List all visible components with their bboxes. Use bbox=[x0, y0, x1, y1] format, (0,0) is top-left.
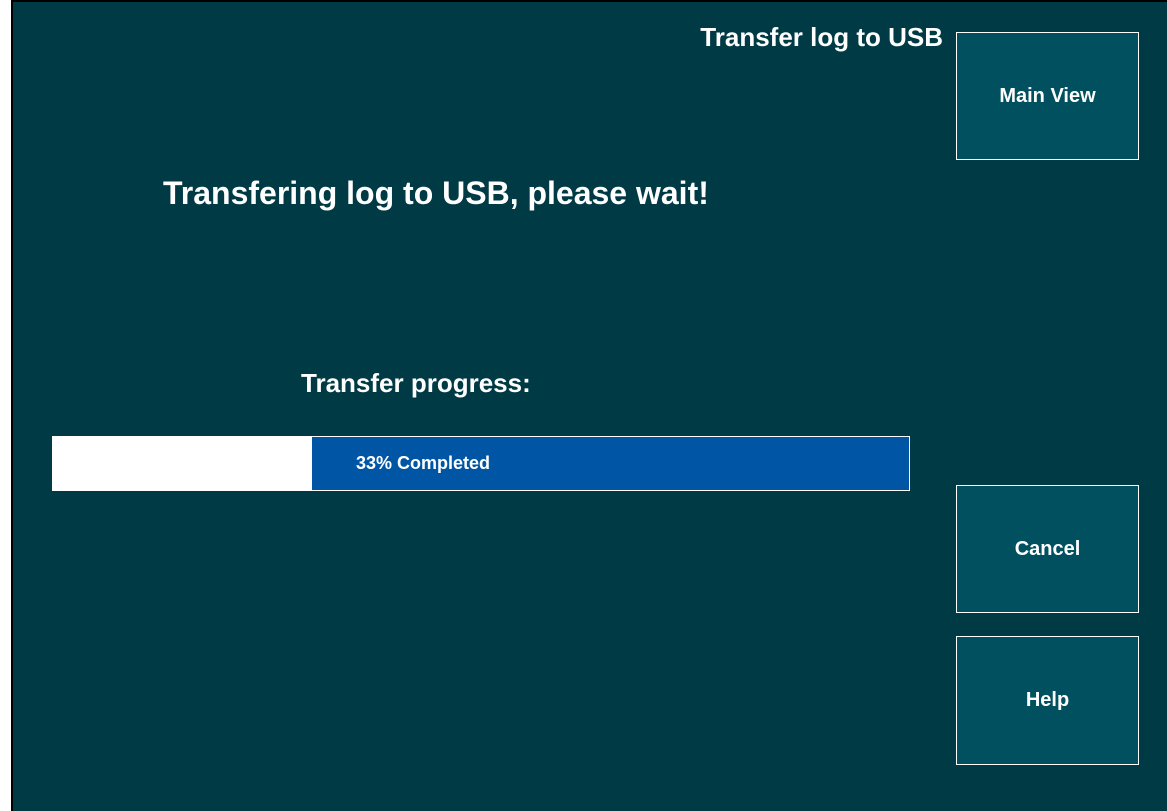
progress-bar: 33% Completed bbox=[52, 436, 910, 491]
main-view-button[interactable]: Main View bbox=[956, 32, 1139, 160]
screen-title: Transfer log to USB bbox=[700, 22, 943, 52]
help-button[interactable]: Help bbox=[956, 636, 1139, 765]
progress-text: 33% Completed bbox=[356, 453, 491, 473]
usb-transfer-screen: Transfer log to USB Main View Transferin… bbox=[11, 0, 1167, 811]
cancel-button[interactable]: Cancel bbox=[956, 485, 1139, 613]
status-message: Transfering log to USB, please wait! bbox=[163, 175, 709, 211]
progress-label: Transfer progress: bbox=[301, 368, 531, 398]
progress-bar-remaining: 33% Completed bbox=[312, 437, 909, 490]
